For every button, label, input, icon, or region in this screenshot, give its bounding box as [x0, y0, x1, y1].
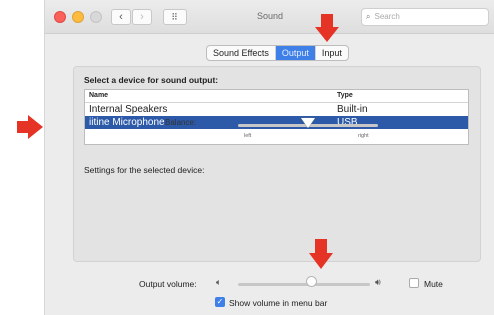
speaker-high-icon: 🔊︎: [375, 277, 381, 287]
device-name: Internal Speakers: [89, 104, 168, 115]
device-row-internal-speakers[interactable]: Internal Speakers Built-in: [85, 103, 468, 116]
tab-input[interactable]: Input: [316, 46, 348, 60]
sound-preferences-window: ‹ › ⠿ Sound ⌕ Search Sound Effects Output…: [44, 0, 494, 315]
output-panel: Select a device for sound output: Name T…: [73, 66, 481, 262]
device-row-usb-microphone[interactable]: iitine Microphone USB: [85, 116, 468, 129]
balance-slider-knob[interactable]: [301, 118, 315, 128]
balance-left-label: left: [244, 133, 252, 139]
annotation-arrow-volume: [309, 239, 333, 269]
tab-output[interactable]: Output: [275, 46, 316, 60]
balance-right-label: right: [358, 133, 369, 139]
device-section-title: Select a device for sound output:: [84, 75, 219, 85]
mute-label[interactable]: Mute: [424, 279, 443, 289]
output-volume-slider-track[interactable]: [238, 283, 370, 286]
mute-checkbox[interactable]: [409, 278, 419, 288]
checkmark-icon: ✓: [216, 297, 224, 306]
search-icon: ⌕: [366, 12, 371, 21]
output-volume-label: Output volume:: [139, 279, 197, 289]
device-name: iitine Microphone: [89, 117, 165, 128]
annotation-arrow-left: [17, 115, 43, 139]
search-placeholder: Search: [374, 12, 400, 21]
column-header-name[interactable]: Name: [89, 92, 108, 99]
show-volume-checkbox[interactable]: ✓: [215, 297, 225, 307]
speaker-low-icon: 🔈︎: [216, 277, 222, 287]
settings-section-title: Settings for the selected device:: [84, 165, 205, 175]
tab-sound-effects[interactable]: Sound Effects: [207, 46, 276, 60]
balance-label: Balance:: [165, 118, 197, 127]
device-list-header: Name Type: [85, 90, 468, 103]
column-header-type[interactable]: Type: [337, 92, 353, 99]
title-bar: ‹ › ⠿ Sound ⌕ Search: [45, 0, 494, 34]
search-field[interactable]: ⌕ Search: [361, 8, 489, 26]
tab-bar: Sound Effects Output Input: [206, 45, 349, 61]
show-volume-label[interactable]: Show volume in menu bar: [229, 298, 327, 308]
device-type: USB: [337, 117, 358, 128]
device-type: Built-in: [337, 104, 368, 115]
annotation-arrow-output-tab: [315, 14, 339, 42]
output-volume-slider-knob[interactable]: [305, 276, 317, 287]
device-list[interactable]: Name Type Internal Speakers Built-in iit…: [84, 89, 469, 145]
